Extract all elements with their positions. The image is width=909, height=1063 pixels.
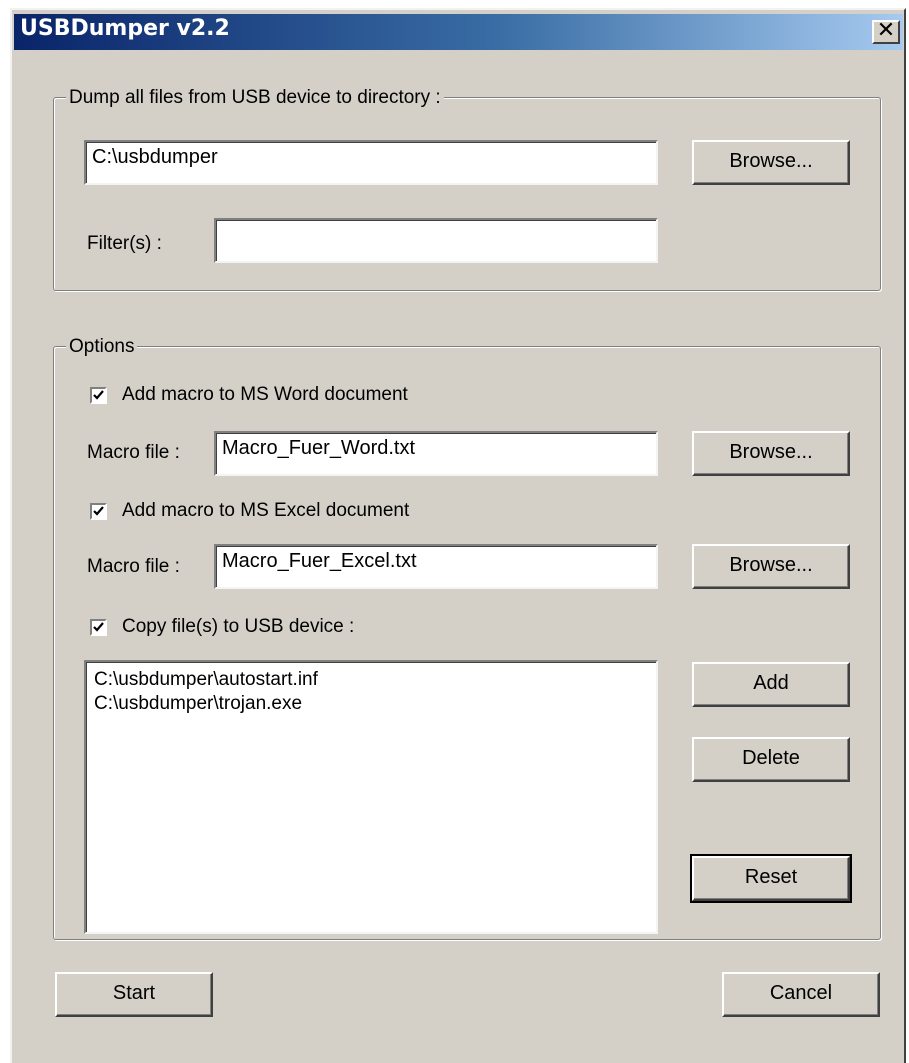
cancel-button[interactable]: Cancel xyxy=(722,972,880,1017)
word-macro-file-input[interactable]: Macro_Fuer_Word.txt xyxy=(214,431,658,476)
options-group-label: Options xyxy=(66,336,138,358)
reset-button[interactable]: Reset xyxy=(690,854,852,903)
list-item[interactable]: C:\usbdumper\autostart.inf xyxy=(94,668,648,692)
excel-macro-checkbox[interactable] xyxy=(90,503,107,520)
close-button[interactable]: ✕ xyxy=(872,20,900,44)
dump-group-label: Dump all files from USB device to direct… xyxy=(66,87,444,109)
list-item[interactable]: C:\usbdumper\trojan.exe xyxy=(94,692,648,716)
excel-macro-file-input[interactable]: Macro_Fuer_Excel.txt xyxy=(214,544,658,589)
word-macro-file-value: Macro_Fuer_Word.txt xyxy=(222,437,416,459)
add-file-button[interactable]: Add xyxy=(692,662,850,707)
copy-files-label[interactable]: Copy file(s) to USB device : xyxy=(122,616,354,638)
start-button[interactable]: Start xyxy=(55,972,213,1017)
usbdumper-window: USBDumper v2.2 ✕ Dump all files from USB… xyxy=(0,0,909,1063)
copy-files-checkbox[interactable] xyxy=(90,619,107,636)
checkmark-icon xyxy=(93,390,104,400)
checkmark-icon xyxy=(93,622,104,632)
excel-macro-label[interactable]: Add macro to MS Excel document xyxy=(122,500,409,522)
close-icon: ✕ xyxy=(876,18,896,43)
word-macro-label[interactable]: Add macro to MS Word document xyxy=(122,384,408,406)
directory-value: C:\usbdumper xyxy=(92,146,218,168)
delete-file-button[interactable]: Delete xyxy=(692,737,850,782)
word-macro-checkbox[interactable] xyxy=(90,387,107,404)
checkmark-icon xyxy=(93,506,104,516)
filter-input[interactable] xyxy=(214,218,658,263)
window-title: USBDumper v2.2 xyxy=(20,16,230,41)
word-macro-file-label: Macro file : xyxy=(87,442,180,463)
copy-files-list[interactable]: C:\usbdumper\autostart.inf C:\usbdumper\… xyxy=(84,660,658,934)
excel-macro-browse-button[interactable]: Browse... xyxy=(692,544,850,589)
directory-input[interactable]: C:\usbdumper xyxy=(84,140,658,185)
word-macro-browse-button[interactable]: Browse... xyxy=(692,431,850,476)
filter-label: Filter(s) : xyxy=(87,233,162,254)
excel-macro-file-value: Macro_Fuer_Excel.txt xyxy=(222,550,417,572)
excel-macro-file-label: Macro file : xyxy=(87,556,180,577)
directory-browse-button[interactable]: Browse... xyxy=(692,140,850,185)
